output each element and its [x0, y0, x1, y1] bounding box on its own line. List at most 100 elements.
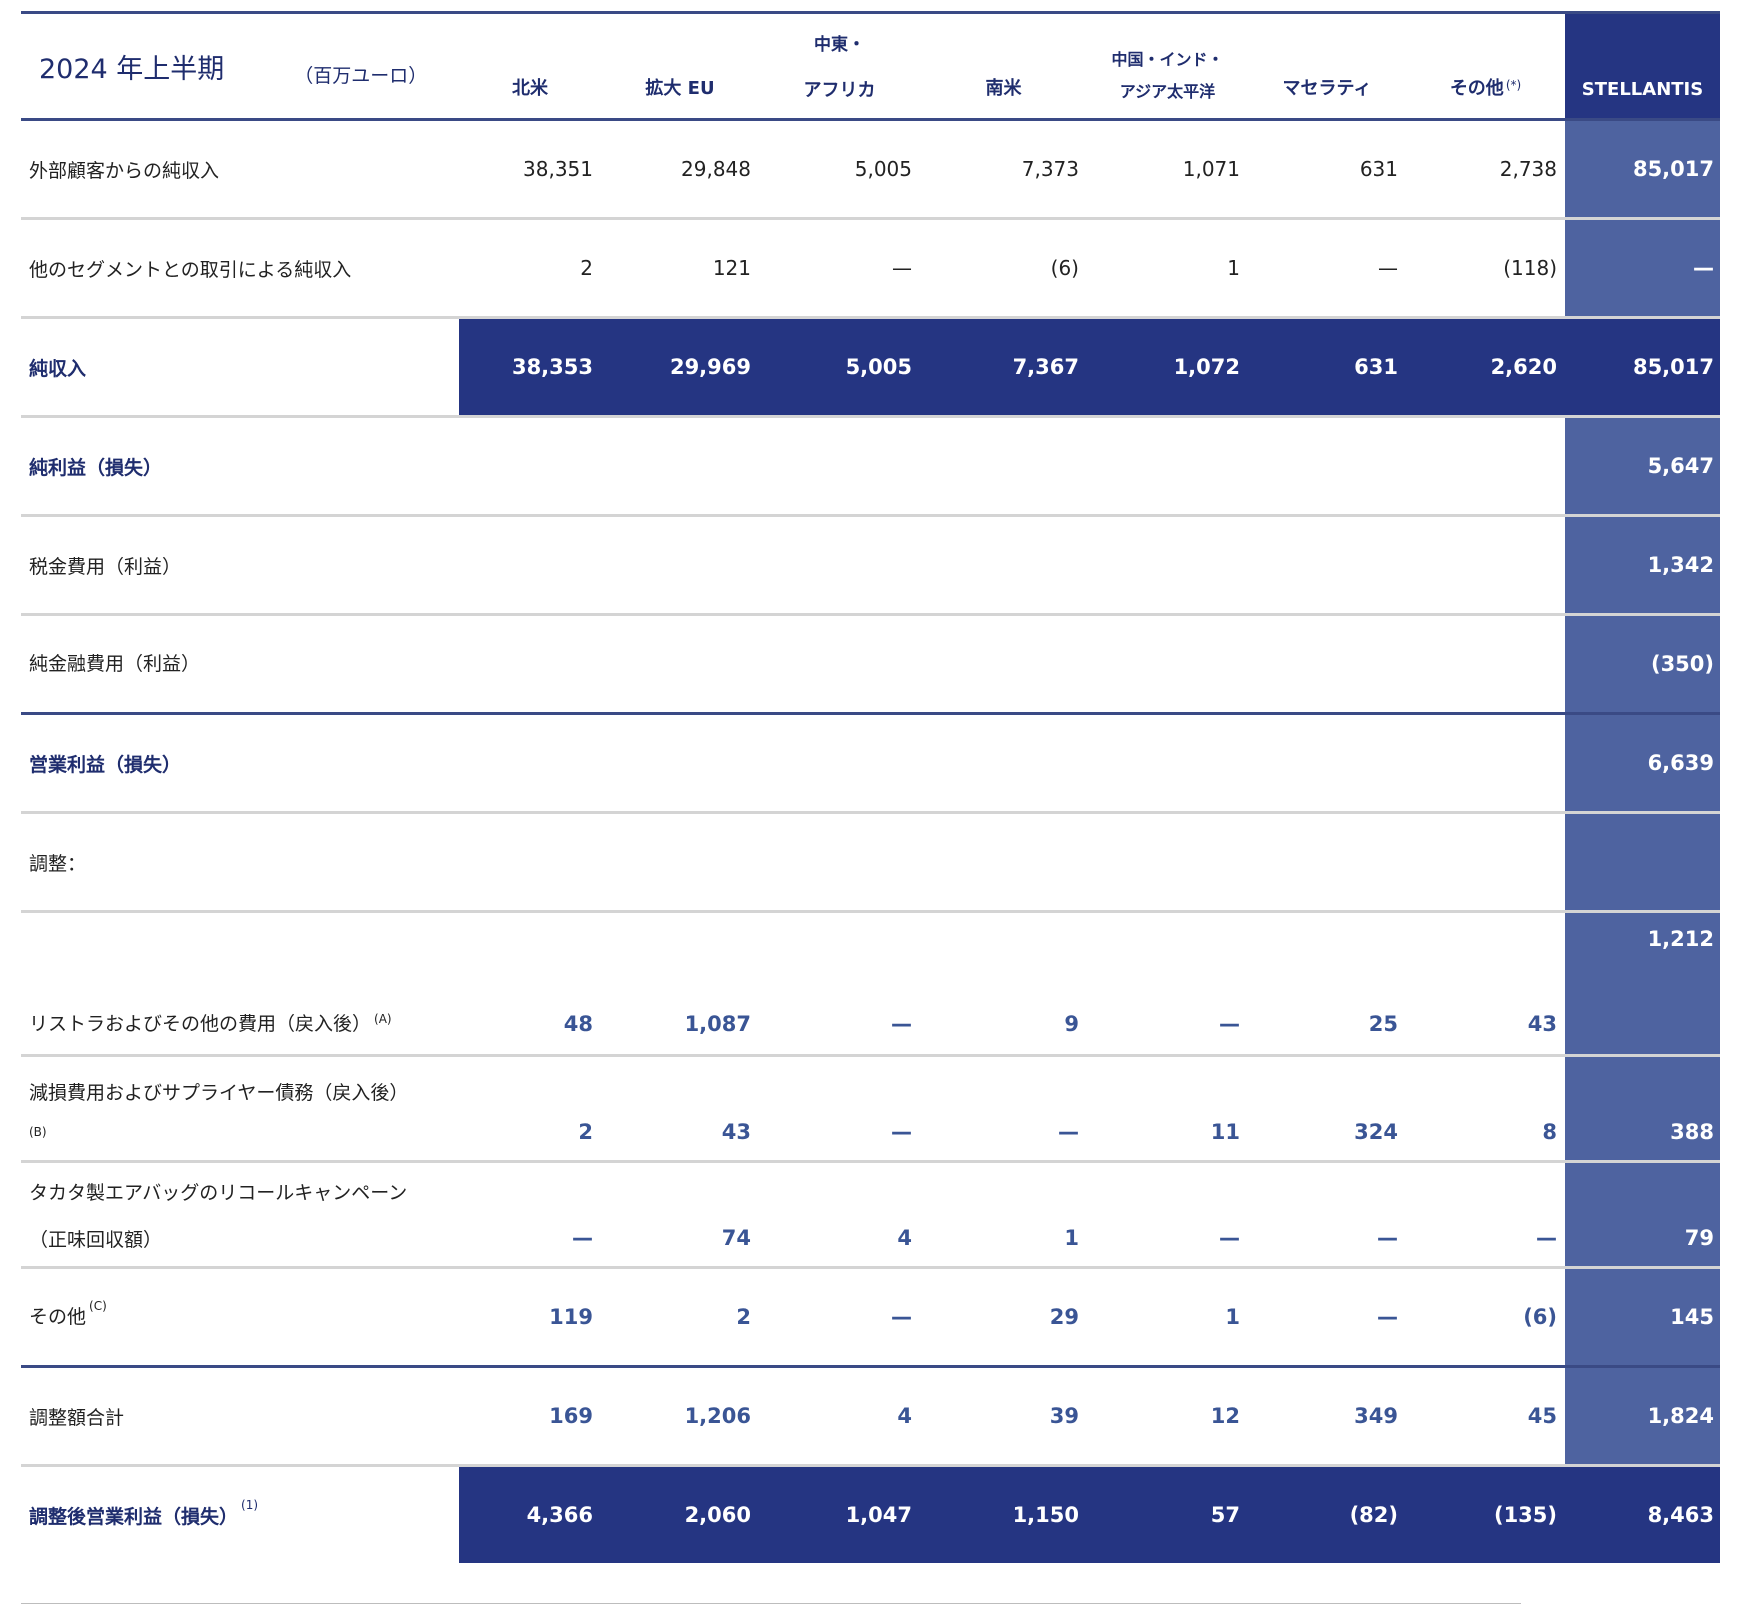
value-cell: — [1058, 1120, 1079, 1144]
stellantis-value: 85,017 [1565, 319, 1720, 415]
value-cell: (118) [1503, 256, 1557, 280]
unit-label: （百万ユーロ） [294, 64, 428, 87]
value-cell: 121 [712, 256, 751, 280]
value-cell: 2,738 [1499, 157, 1557, 181]
period-cell: 2024 年上半期 （百万ユーロ） [21, 14, 459, 118]
value-cell: 1 [1064, 1226, 1079, 1250]
footnote-mark: (1) [241, 1498, 259, 1512]
value-cell: — [1219, 1226, 1240, 1250]
table-row: 調整： [21, 814, 1720, 913]
value-cell: 349 [1354, 1404, 1398, 1428]
value-cell: 4 [897, 1404, 912, 1428]
value-cell: — [1219, 1012, 1240, 1036]
table-row: その他 (C) 119 2 — 29 1 — (6) 145 [21, 1269, 1720, 1368]
col-other: その他 (*) [1406, 14, 1565, 118]
table-row: 減損費用およびサプライヤー債務（戻入後） (B) 2 43 — — 11 324… [21, 1057, 1720, 1163]
value-cell: 2,620 [1406, 319, 1565, 415]
value-cell: — [1536, 1226, 1557, 1250]
col-mea-line2: アフリカ [803, 80, 876, 101]
value-cell: 48 [563, 1012, 593, 1036]
value-cell: 2 [580, 256, 593, 280]
period-title: 2024 年上半期 [39, 53, 225, 85]
row-label: その他 (C) [21, 1269, 459, 1365]
value-cell: — [891, 1120, 912, 1144]
value-cell: — [1377, 1305, 1398, 1329]
stellantis-value: 5,647 [1565, 418, 1720, 514]
stellantis-value: 1,212 [1565, 913, 1720, 1054]
value-cell: 1,047 [759, 1467, 920, 1563]
segment-table: 2024 年上半期 （百万ユーロ） 北米 拡大 EU 中東・ アフリカ 南米 中… [21, 11, 1720, 1563]
value-cell: (135) [1406, 1467, 1565, 1563]
value-cell: 39 [1049, 1404, 1079, 1428]
value-cell: 9 [1064, 1012, 1079, 1036]
row-label-text: その他 [29, 1306, 87, 1328]
row-label-line2: （正味回収額） [29, 1228, 163, 1251]
row-label: 減損費用およびサプライヤー債務（戻入後） (B) [21, 1057, 459, 1160]
row-label: 営業利益（損失） [29, 753, 182, 776]
row-label: 他のセグメントとの取引による純収入 [29, 258, 352, 281]
value-cell: 38,353 [459, 319, 601, 415]
value-cell: 631 [1248, 319, 1406, 415]
value-cell: 1 [1225, 1305, 1240, 1329]
value-cell: 324 [1354, 1120, 1398, 1144]
row-label-text: リストラおよびその他の費用（戻入後） [29, 1013, 372, 1035]
col-apac-line2: アジア太平洋 [1119, 82, 1216, 101]
row-label-line1: タカタ製エアバッグのリコールキャンペーン [29, 1181, 408, 1204]
table-row: 他のセグメントとの取引による純収入 2 121 — (6) 1 — (118) … [21, 220, 1720, 319]
table-row-adjusted-operating-income: 調整後営業利益（損失） (1) 4,366 2,060 1,047 1,150 5… [21, 1467, 1720, 1563]
table-row: 外部顧客からの純収入 38,351 29,848 5,005 7,373 1,0… [21, 121, 1720, 220]
table-row: 税金費用（利益） 1,342 [21, 517, 1720, 616]
col-maserati: マセラティ [1282, 78, 1372, 99]
value-cell: 1 [1227, 256, 1240, 280]
stellantis-value: 8,463 [1565, 1467, 1720, 1563]
stellantis-value: (350) [1565, 616, 1720, 712]
table-row-net-revenues: 純収入 38,353 29,969 5,005 7,367 1,072 631 … [21, 319, 1720, 418]
row-label: タカタ製エアバッグのリコールキャンペーン （正味回収額） [21, 1163, 459, 1266]
value-cell: 8 [1542, 1120, 1557, 1144]
value-cell: 169 [549, 1404, 593, 1428]
table-row: リストラおよびその他の費用（戻入後） (A) 48 1,087 — 9 — 25 … [21, 913, 1720, 1057]
value-cell: 4 [897, 1226, 912, 1250]
row-label: リストラおよびその他の費用（戻入後） (A) [21, 913, 459, 1054]
value-cell: 29,848 [681, 157, 751, 181]
table-row: 調整額合計 169 1,206 4 39 12 349 45 1,824 [21, 1368, 1720, 1467]
value-cell: 38,351 [523, 157, 593, 181]
stellantis-value: 388 [1565, 1057, 1720, 1160]
value-cell: 4,366 [459, 1467, 601, 1563]
footnote-divider [21, 1603, 1521, 1604]
value-cell: 2,060 [601, 1467, 759, 1563]
col-other-label: その他 [1449, 78, 1504, 99]
row-label: 税金費用（利益） [29, 555, 182, 578]
footnote-mark: (B) [29, 1125, 47, 1139]
table-row: 純利益（損失） 5,647 [21, 418, 1720, 517]
value-cell: 12 [1210, 1404, 1240, 1428]
value-cell: 1,150 [920, 1467, 1087, 1563]
stellantis-value: 79 [1565, 1163, 1720, 1266]
value-cell: — [892, 256, 912, 280]
value-cell: (6) [1523, 1305, 1557, 1329]
row-label: 調整： [29, 852, 87, 875]
value-cell: (6) [1050, 256, 1079, 280]
value-cell: 1,071 [1182, 157, 1240, 181]
col-mea-line1: 中東・ [814, 35, 865, 55]
row-label: 調整後営業利益（損失） (1) [21, 1467, 459, 1563]
value-cell: 1,072 [1087, 319, 1248, 415]
value-cell: 2 [578, 1120, 593, 1144]
value-cell: 45 [1527, 1404, 1557, 1428]
value-cell: 29 [1049, 1305, 1079, 1329]
footnote-mark: (C) [89, 1298, 107, 1313]
col-north-america: 北米 [512, 78, 548, 99]
value-cell: 631 [1359, 157, 1398, 181]
row-label: 純利益（損失） [29, 456, 163, 479]
col-china-india-apac: 中国・インド・ アジア太平洋 [1087, 14, 1248, 118]
row-label: 調整額合計 [29, 1406, 125, 1429]
value-cell: 2 [736, 1305, 751, 1329]
value-cell: — [891, 1012, 912, 1036]
value-cell: 7,373 [1021, 157, 1079, 181]
value-cell: 5,005 [759, 319, 920, 415]
row-label: 純金融費用（利益） [21, 616, 459, 712]
stellantis-value: 1,824 [1565, 1368, 1720, 1464]
value-cell: 119 [549, 1305, 593, 1329]
value-cell: 29,969 [601, 319, 759, 415]
row-label: 外部顧客からの純収入 [29, 159, 220, 182]
